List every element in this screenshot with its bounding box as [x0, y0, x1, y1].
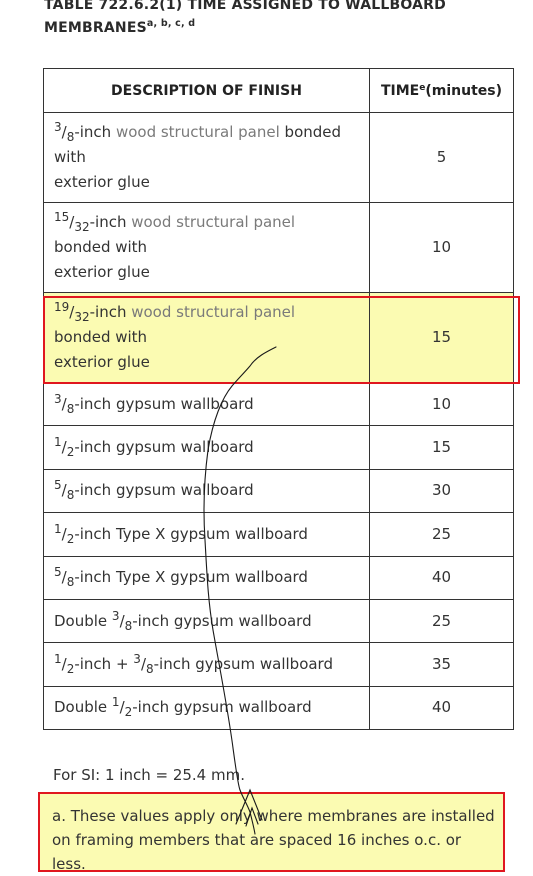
- row-time: 5: [369, 112, 514, 203]
- row-text: bonded: [279, 123, 342, 141]
- fraction-denominator: 8: [66, 488, 75, 503]
- row-description: Double 1/2-inch gypsum wallboard: [43, 685, 370, 731]
- row-text: -inch Type X gypsum wallboard: [74, 524, 308, 543]
- wood-structural-panel-link[interactable]: wood structural panel: [131, 303, 295, 321]
- wood-structural-panel-link[interactable]: wood structural panel: [131, 213, 295, 231]
- row-text: -inch +: [74, 655, 134, 674]
- row-description: 1/2-inch gypsum wallboard: [43, 425, 370, 470]
- fraction-numerator: 5: [54, 478, 62, 493]
- row-description: 1/2-inch + 3/8-inch gypsum wallboard: [43, 642, 370, 687]
- row-time: 25: [369, 512, 514, 557]
- row-text: exterior glue: [54, 263, 150, 281]
- row-text: -inch gypsum wallboard: [74, 481, 254, 500]
- row-text: -inch Type X gypsum wallboard: [74, 568, 308, 587]
- fraction-denominator: 2: [66, 662, 75, 677]
- fraction-denominator: 8: [66, 130, 75, 144]
- table-row: 3/8-inch wood structural panel bonded wi…: [43, 112, 514, 203]
- row-text: Double: [54, 611, 112, 630]
- fraction-denominator: 8: [146, 662, 154, 677]
- row-description: 3/8-inch wood structural panel bonded wi…: [43, 112, 370, 203]
- row-time: 10: [369, 381, 514, 427]
- row-text: with: [54, 148, 86, 166]
- row-time: 10: [369, 202, 514, 293]
- fraction-numerator: 15: [54, 210, 70, 224]
- fraction-numerator: 3: [54, 120, 62, 134]
- fraction-denominator: 2: [66, 445, 75, 460]
- row-time: 25: [369, 598, 514, 644]
- row-text: -inch: [89, 213, 132, 231]
- wood-structural-panel-link[interactable]: wood structural panel: [116, 123, 280, 141]
- table-row: 1/2-inch Type X gypsum wallboard 25: [43, 512, 514, 557]
- table-title: TABLE 722.6.2(1) TIME ASSIGNED TO WALLBO…: [44, 0, 514, 41]
- row-text: -inch gypsum wallboard: [153, 655, 333, 674]
- fraction-denominator: 8: [66, 401, 75, 416]
- row-text: -inch: [89, 303, 132, 321]
- footnote-a-text: a. These values apply only where membran…: [52, 807, 495, 873]
- table-row: Double 3/8-inch gypsum wallboard 25: [43, 598, 514, 644]
- table-row: 3/8-inch gypsum wallboard 10: [43, 381, 514, 427]
- fraction-numerator: 3: [54, 391, 62, 406]
- row-description: Double 3/8-inch gypsum wallboard: [43, 598, 370, 644]
- row-text: bonded with: [54, 328, 148, 346]
- fraction-numerator: 1: [111, 695, 120, 710]
- fraction-numerator: 1: [54, 435, 62, 450]
- row-description: 3/8-inch gypsum wallboard: [43, 381, 370, 427]
- table-row: 1/2-inch + 3/8-inch gypsum wallboard 35: [43, 642, 514, 687]
- row-text: -inch gypsum wallboard: [74, 438, 254, 457]
- row-text: -inch gypsum wallboard: [74, 394, 254, 413]
- row-text: bonded with: [54, 238, 148, 256]
- fraction-denominator: 8: [124, 618, 133, 633]
- header-time-label: TIME: [380, 82, 420, 99]
- table-row: 5/8-inch gypsum wallboard 30: [43, 468, 514, 514]
- fraction-denominator: 2: [66, 531, 75, 546]
- table-row: 5/8-inch Type X gypsum wallboard 40: [43, 555, 514, 600]
- header-description: DESCRIPTION OF FINISH: [43, 68, 370, 113]
- row-description: 15/32-inch wood structural panel bonded …: [43, 202, 370, 293]
- fraction-numerator: 1: [54, 652, 62, 667]
- fraction-denominator: 8: [66, 575, 75, 590]
- table-header-row: DESCRIPTION OF FINISH TIMEe(minutes): [43, 68, 514, 113]
- table-title-footnote-refs: a, b, c, d: [146, 18, 196, 29]
- row-description: 5/8-inch gypsum wallboard: [43, 468, 370, 514]
- table-row: 15/32-inch wood structural panel bonded …: [43, 202, 514, 293]
- fraction-numerator: 3: [133, 652, 141, 667]
- table-title-line2: MEMBRANES: [44, 20, 147, 36]
- row-time: 15: [369, 425, 514, 470]
- si-conversion-note: For SI: 1 inch = 25.4 mm.: [53, 766, 245, 784]
- table-row-highlighted: 19/32-inch wood structural panel bonded …: [43, 292, 514, 383]
- row-time: 35: [369, 642, 514, 687]
- row-description: 1/2-inch Type X gypsum wallboard: [43, 512, 370, 557]
- fraction-numerator: 19: [54, 300, 70, 314]
- row-description: 19/32-inch wood structural panel bonded …: [43, 292, 370, 383]
- fraction-numerator: 5: [54, 565, 62, 580]
- fraction-denominator: 2: [124, 705, 133, 720]
- row-time: 15: [369, 292, 514, 383]
- row-time: 30: [369, 468, 514, 514]
- row-text: exterior glue: [54, 173, 150, 191]
- header-time-unit: (minutes): [425, 82, 502, 99]
- table-row: 1/2-inch gypsum wallboard 15: [43, 425, 514, 470]
- row-text: -inch gypsum wallboard: [132, 698, 312, 717]
- footnote-a-highlighted: a. These values apply only where membran…: [38, 792, 505, 873]
- row-time: 40: [369, 685, 514, 731]
- row-description: 5/8-inch Type X gypsum wallboard: [43, 555, 370, 600]
- fraction-numerator: 1: [54, 521, 62, 536]
- row-time: 40: [369, 555, 514, 600]
- row-text: -inch: [74, 123, 116, 141]
- row-text: Double: [54, 698, 112, 717]
- fraction-denominator: 32: [74, 310, 90, 324]
- fraction-numerator: 3: [111, 608, 120, 623]
- row-text: -inch gypsum wallboard: [132, 611, 312, 630]
- fraction-denominator: 32: [74, 220, 90, 234]
- header-time: TIMEe(minutes): [369, 68, 514, 113]
- row-text: exterior glue: [54, 353, 150, 371]
- header-time-footnote-ref: e: [419, 82, 426, 93]
- wallboard-time-table: DESCRIPTION OF FINISH TIMEe(minutes) 3/8…: [43, 68, 514, 731]
- table-row: Double 1/2-inch gypsum wallboard 40: [43, 685, 514, 731]
- table-title-line1: TABLE 722.6.2(1) TIME ASSIGNED TO WALLBO…: [44, 0, 446, 13]
